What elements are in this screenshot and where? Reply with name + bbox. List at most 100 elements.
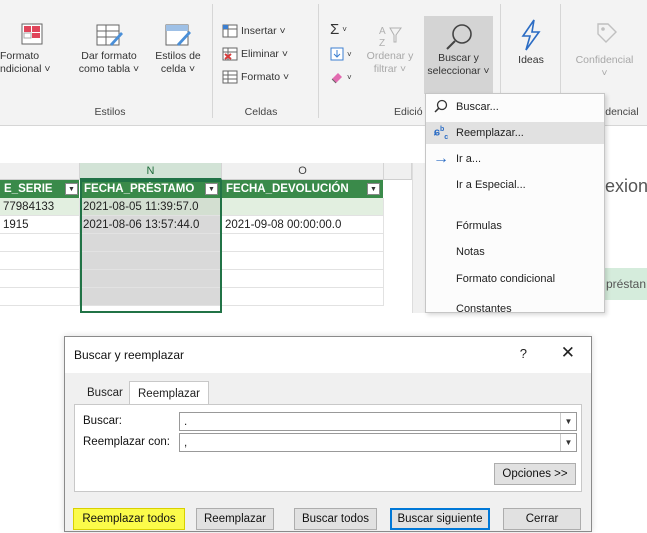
menu-item-buscar[interactable]: Buscar...: [426, 96, 604, 118]
tag-icon: [596, 23, 617, 43]
column-header-n[interactable]: N: [80, 163, 222, 180]
spreadsheet-grid: N O E_SERIE ▼ FECHA_PRÉSTAMO ▼ FECHA_DEV…: [0, 163, 412, 313]
help-button[interactable]: ?: [520, 346, 527, 361]
menu-item-ir-a[interactable]: → Ir a...: [426, 148, 604, 170]
sensitivity-group-label: fidencial: [600, 106, 639, 118]
menu-item-notas[interactable]: Notas: [426, 241, 604, 263]
table-cell[interactable]: [0, 234, 80, 252]
menu-item-label: Ir a...: [456, 153, 482, 165]
menu-item-formulas[interactable]: Fórmulas: [426, 215, 604, 237]
fill-down-icon: [330, 47, 344, 61]
find-next-button[interactable]: Buscar siguiente: [390, 508, 490, 530]
tab-buscar[interactable]: Buscar: [79, 382, 131, 404]
format-cells-icon: [222, 70, 238, 84]
table-cell[interactable]: [222, 198, 384, 216]
table-cell[interactable]: [0, 288, 80, 306]
delete-label: Eliminar ˅: [241, 48, 288, 60]
vertical-scrollbar[interactable]: [412, 163, 425, 313]
chevron-down-icon: ˅: [601, 67, 608, 79]
menu-item-ir-a-especial[interactable]: Ir a Especial...: [426, 174, 604, 196]
table-cell[interactable]: [0, 270, 80, 288]
replace-panel: Buscar: . ▼ Reemplazar con: , ▼ Opciones…: [74, 404, 582, 492]
table-header-fecha-prestamo[interactable]: FECHA_PRÉSTAMO: [80, 180, 222, 198]
filter-dropdown-button[interactable]: ▼: [65, 183, 78, 195]
menu-item-label: Notas: [456, 246, 485, 258]
table-cell[interactable]: [222, 288, 384, 306]
menu-item-formato-condicional[interactable]: Formato condicional: [426, 268, 604, 290]
chevron-down-icon[interactable]: ▼: [560, 434, 576, 451]
table-cell[interactable]: 2021-08-05 11:39:57.0: [80, 198, 222, 216]
magnifier-icon: [445, 24, 472, 50]
insert-button[interactable]: Insertar ˅: [222, 22, 286, 40]
menu-item-label: Constantes: [456, 303, 512, 313]
search-icon: [426, 99, 456, 116]
delete-button[interactable]: Eliminar ˅: [222, 45, 288, 63]
sort-filter-button[interactable]: A Z Ordenar y filtrar ˅: [364, 22, 416, 76]
chevron-down-icon[interactable]: ▼: [560, 413, 576, 430]
find-select-label-2: seleccionar ˅: [427, 65, 490, 77]
menu-item-label: Fórmulas: [456, 220, 502, 232]
ideas-label: Ideas: [518, 54, 544, 66]
sensitivity-label: Confidencial: [575, 54, 634, 66]
table-cell[interactable]: 2021-08-06 13:57:44.0: [80, 216, 222, 234]
cell-styles-label-2: celda ˅: [160, 63, 196, 75]
menu-item-reemplazar[interactable]: ɕbc Reemplazar...: [426, 122, 604, 144]
delete-cells-icon: [222, 47, 238, 61]
find-all-button[interactable]: Buscar todos: [294, 508, 377, 530]
table-cell[interactable]: [222, 234, 384, 252]
autosum-button[interactable]: Σ ˅: [330, 20, 347, 38]
table-cell[interactable]: [80, 234, 222, 252]
format-label: Formato ˅: [241, 71, 290, 83]
filter-dropdown-button[interactable]: ▼: [367, 183, 380, 195]
table-cell[interactable]: 1915: [0, 216, 80, 234]
conditional-format-label-1: Formato: [0, 50, 40, 62]
ribbon-separator: [318, 4, 319, 118]
find-input[interactable]: . ▼: [179, 412, 577, 431]
styles-group-label: Estilos: [94, 106, 126, 118]
arrow-right-icon: →: [433, 150, 449, 167]
find-select-button[interactable]: Buscar y seleccionar ˅: [424, 22, 493, 78]
conditional-format-button[interactable]: Formato ndicional ˅: [0, 22, 56, 76]
insert-label: Insertar ˅: [241, 25, 286, 37]
tab-reemplazar[interactable]: Reemplazar: [129, 381, 209, 405]
chevron-down-icon: ˅: [342, 24, 347, 34]
ideas-button[interactable]: Ideas: [508, 18, 554, 67]
close-button[interactable]: Cerrar: [503, 508, 581, 530]
sort-filter-label-1: Ordenar y: [366, 50, 414, 62]
table-cell[interactable]: [80, 288, 222, 306]
column-header-p[interactable]: [384, 163, 412, 180]
menu-item-constantes[interactable]: Constantes: [426, 298, 604, 313]
table-cell[interactable]: [80, 270, 222, 288]
table-cell[interactable]: 2021-09-08 00:00:00.0: [222, 216, 384, 234]
insert-cells-icon: [222, 24, 238, 38]
svg-text:Z: Z: [379, 38, 385, 49]
fill-button[interactable]: ˅: [330, 45, 352, 63]
table-cell[interactable]: [0, 252, 80, 270]
cells-group-label: Celdas: [244, 106, 278, 118]
sensitivity-button[interactable]: Confidencial ˅: [562, 18, 647, 80]
close-icon[interactable]: ✕: [561, 343, 575, 363]
format-button[interactable]: Formato ˅: [222, 68, 289, 86]
format-as-table-button[interactable]: Dar formato como tabla ˅: [74, 22, 144, 76]
format-as-table-label-2: como tabla ˅: [78, 63, 140, 75]
replace-button[interactable]: Reemplazar: [196, 508, 274, 530]
menu-item-label: Buscar...: [456, 101, 499, 113]
column-header-m[interactable]: [0, 163, 80, 180]
filter-dropdown-button[interactable]: ▼: [205, 183, 218, 195]
table-cell[interactable]: 77984133: [0, 198, 80, 216]
conditional-format-icon: [21, 23, 43, 45]
cell-styles-button[interactable]: Estilos de celda ˅: [148, 22, 208, 76]
clear-button[interactable]: ˅: [330, 68, 352, 86]
table-cell[interactable]: [222, 252, 384, 270]
column-header-o[interactable]: O: [222, 163, 384, 180]
cell-styles-label-1: Estilos de: [155, 50, 201, 62]
replace-all-button[interactable]: Reemplazar todos: [73, 508, 185, 530]
table-cell[interactable]: [222, 270, 384, 288]
table-header-fecha-devolucion[interactable]: FECHA_DEVOLUCIÓN: [222, 180, 384, 198]
table-cell[interactable]: [80, 252, 222, 270]
editing-group-label: Edició: [394, 106, 423, 118]
options-button[interactable]: Opciones >>: [494, 463, 576, 485]
replace-input[interactable]: , ▼: [179, 433, 577, 452]
find-select-menu: Buscar... ɕbc Reemplazar... → Ir a... Ir…: [425, 93, 605, 313]
replace-value: ,: [184, 436, 188, 449]
